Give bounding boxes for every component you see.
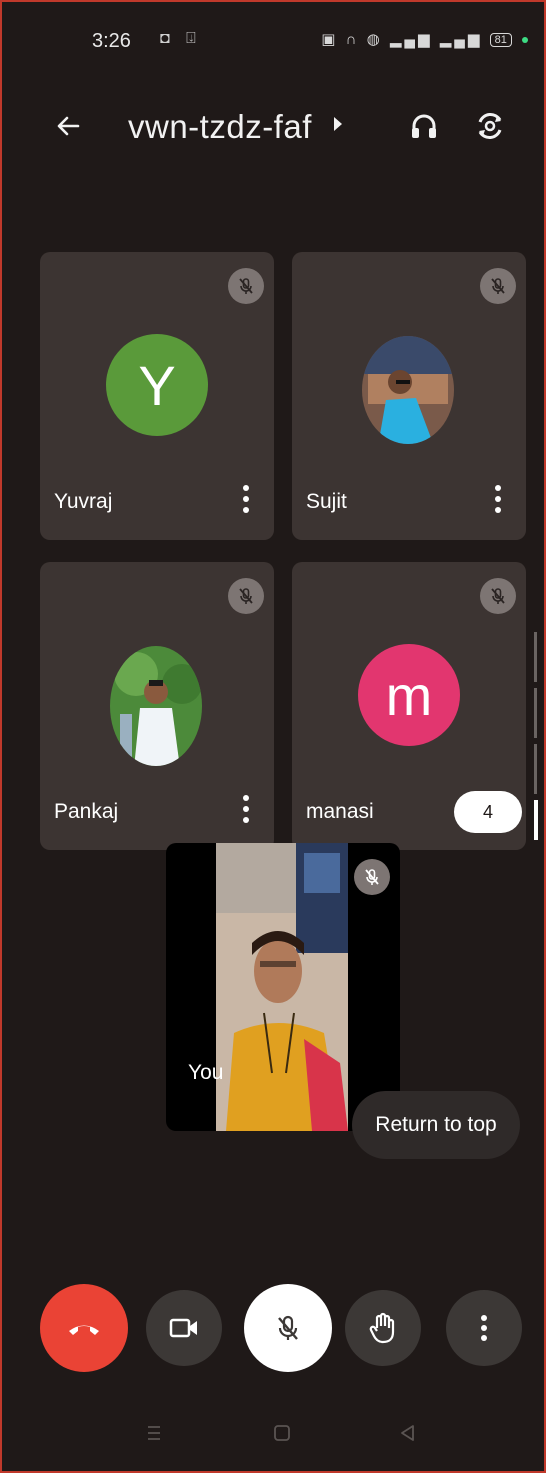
signal-icon: ▂▄▆	[389, 31, 433, 48]
recents-button[interactable]	[144, 1423, 164, 1448]
triangle-back-icon	[401, 1425, 414, 1441]
return-to-top-button[interactable]: Return to top	[352, 1091, 520, 1159]
participant-name: Pankaj	[54, 800, 119, 823]
participant-name: Sujit	[306, 490, 347, 513]
avatar-photo	[106, 644, 206, 768]
scroll-segment	[534, 632, 537, 682]
mic-off-icon	[354, 859, 390, 895]
video-camera-icon	[169, 1318, 197, 1338]
participant-tile-sujit[interactable]: Sujit	[292, 252, 526, 540]
alarm-icon: ◍	[366, 31, 383, 48]
camera-switch-icon	[478, 113, 502, 139]
scrollbar[interactable]	[534, 632, 538, 840]
more-vertical-icon	[243, 795, 249, 823]
menu-icon	[148, 1426, 160, 1440]
mic-off-icon	[228, 268, 264, 304]
more-vertical-icon	[495, 485, 501, 513]
self-view-tile[interactable]: You	[166, 843, 400, 1131]
back-button[interactable]	[44, 102, 92, 150]
audio-output-button[interactable]	[400, 102, 448, 150]
hang-up-icon	[69, 1325, 99, 1335]
participant-name: Yuvraj	[54, 490, 113, 513]
more-options-button[interactable]	[446, 1290, 522, 1366]
scroll-segment	[534, 744, 537, 794]
system-navigation-bar	[0, 1415, 546, 1463]
scroll-thumb[interactable]	[534, 800, 538, 840]
system-status-icons: ▣ ∩ ◍ ▂▄▆ ▂▄▆ 81	[321, 30, 528, 48]
mic-off-icon	[480, 268, 516, 304]
mic-off-icon	[480, 578, 516, 614]
more-vertical-icon	[243, 485, 249, 513]
nfc-icon: ▣	[321, 31, 339, 48]
avatar: Y	[106, 334, 208, 436]
signal-icon-2: ▂▄▆	[439, 31, 483, 48]
headset-status-icon: ∩	[345, 31, 360, 48]
participant-options-button[interactable]	[236, 792, 256, 826]
participant-name: manasi	[306, 800, 374, 823]
avatar: m	[358, 644, 460, 746]
participant-tile-yuvraj[interactable]: Y Yuvraj	[40, 252, 274, 540]
mic-off-icon	[278, 1315, 298, 1340]
notification-icons: ◘ ⍗	[160, 30, 202, 47]
arrow-left-icon	[57, 116, 80, 136]
scroll-segment	[534, 688, 537, 738]
camera-toggle-button[interactable]	[146, 1290, 222, 1366]
self-video-feed	[216, 843, 348, 1131]
status-time: 3:26	[92, 30, 131, 52]
privacy-indicator-icon	[522, 37, 528, 44]
meeting-code[interactable]: vwn-tzdz-faf	[128, 108, 312, 146]
participant-options-button[interactable]	[488, 482, 508, 516]
home-button[interactable]	[272, 1423, 292, 1448]
participant-options-button[interactable]	[236, 482, 256, 516]
more-vertical-icon	[481, 1315, 487, 1341]
participant-page-count[interactable]: 4	[454, 791, 522, 833]
participant-tile-pankaj[interactable]: Pankaj	[40, 562, 274, 850]
end-call-button[interactable]	[40, 1284, 128, 1372]
headphones-icon	[412, 114, 436, 138]
battery-icon: 81	[489, 33, 512, 48]
avatar-photo	[358, 334, 458, 446]
nav-back-button[interactable]	[398, 1423, 418, 1448]
hand-icon	[369, 1312, 395, 1344]
self-view-label: You	[188, 1061, 224, 1084]
call-header: vwn-tzdz-faf	[0, 90, 546, 170]
home-square-icon	[274, 1425, 290, 1441]
microphone-toggle-button[interactable]	[244, 1284, 332, 1372]
switch-camera-button[interactable]	[466, 102, 514, 150]
status-bar: 3:26 ◘ ⍗ ▣ ∩ ◍ ▂▄▆ ▂▄▆ 81	[0, 0, 546, 70]
mic-off-icon	[228, 578, 264, 614]
raise-hand-button[interactable]	[345, 1290, 421, 1366]
caret-right-icon[interactable]	[334, 117, 342, 131]
